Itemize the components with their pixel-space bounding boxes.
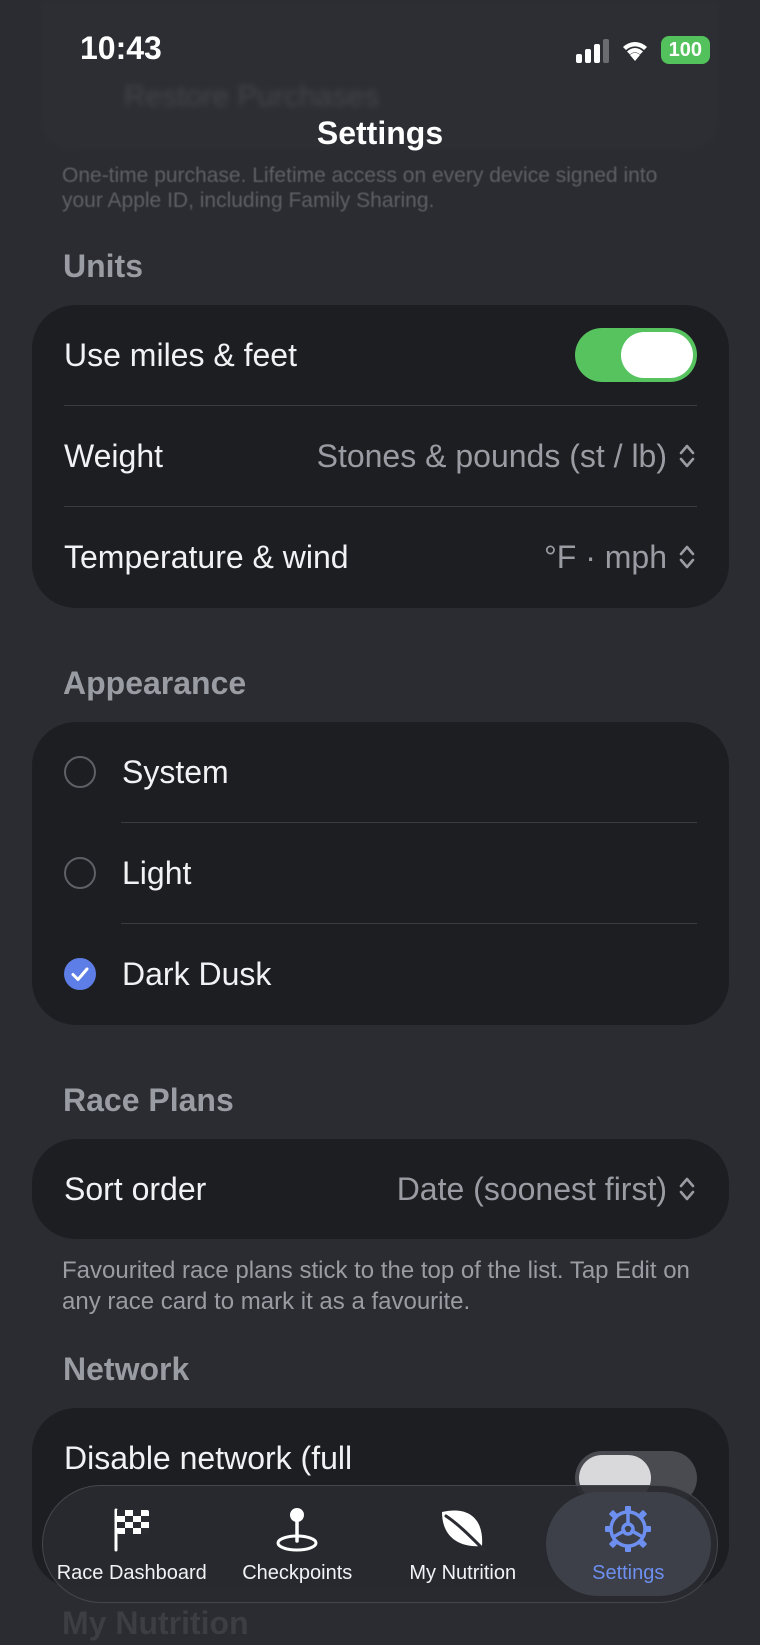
status-icons: 100 — [575, 36, 710, 64]
section-header-appearance: Appearance — [63, 665, 247, 701]
row-weight[interactable]: Weight Stones & pounds (st / lb) — [32, 406, 729, 506]
status-bar: 10:43 100 — [0, 0, 760, 100]
up-down-chevron-icon — [679, 444, 695, 468]
radio-unchecked-icon — [64, 756, 96, 788]
leaf-icon — [438, 1504, 488, 1554]
tab-race-dashboard[interactable]: Race Dashboard — [49, 1492, 215, 1596]
units-card: Use miles & feet Weight Stones & pounds … — [32, 305, 729, 608]
checkmark-circle-icon — [64, 958, 96, 990]
appearance-option-label: System — [122, 753, 229, 790]
up-down-chevron-icon — [679, 1177, 695, 1201]
status-time: 10:43 — [80, 30, 162, 66]
tab-label: My Nutrition — [409, 1561, 517, 1584]
tab-label: Settings — [592, 1561, 665, 1584]
appearance-option-system[interactable]: System — [32, 722, 729, 822]
race-plans-card: Sort order Date (soonest first) — [32, 1139, 729, 1239]
temperature-value: °F · mph — [543, 538, 667, 575]
temperature-label: Temperature & wind — [64, 538, 349, 575]
disable-network-label: Disable network (full — [64, 1439, 353, 1476]
appearance-option-label: Light — [122, 854, 192, 891]
appearance-option-dark-dusk[interactable]: Dark Dusk — [32, 924, 729, 1024]
section-header-network: Network — [63, 1351, 190, 1387]
up-down-chevron-icon — [679, 545, 695, 569]
tab-checkpoints[interactable]: Checkpoints — [215, 1492, 381, 1596]
weight-value: Stones & pounds (st / lb) — [316, 437, 667, 474]
purchase-note: One-time purchase. Lifetime access on ev… — [62, 164, 658, 212]
sort-order-label: Sort order — [64, 1170, 207, 1207]
use-miles-toggle[interactable] — [575, 328, 697, 382]
tab-label: Checkpoints — [242, 1561, 353, 1584]
tab-settings[interactable]: Settings — [545, 1492, 711, 1596]
tab-label: Race Dashboard — [56, 1561, 207, 1584]
tab-my-nutrition[interactable]: My Nutrition — [380, 1492, 546, 1596]
weight-picker[interactable]: Stones & pounds (st / lb) — [317, 438, 697, 475]
row-use-miles[interactable]: Use miles & feet — [32, 305, 729, 405]
radio-unchecked-icon — [64, 857, 96, 889]
checkered-flag-icon — [110, 1504, 154, 1554]
race-plans-footnote: Favourited race plans stick to the top o… — [62, 1257, 690, 1315]
appearance-option-label: Dark Dusk — [122, 955, 272, 992]
appearance-option-light[interactable]: Light — [32, 823, 729, 923]
wifi-icon — [622, 42, 647, 61]
map-pin-icon — [274, 1504, 320, 1554]
page-title: Settings — [316, 115, 444, 151]
section-header-race-plans: Race Plans — [63, 1082, 234, 1118]
section-header-my-nutrition: My Nutrition — [62, 1605, 249, 1641]
section-header-units: Units — [63, 248, 143, 284]
sort-order-picker[interactable]: Date (soonest first) — [397, 1171, 697, 1208]
weight-label: Weight — [64, 437, 164, 474]
use-miles-label: Use miles & feet — [64, 336, 297, 373]
gear-icon — [603, 1504, 653, 1554]
row-temperature[interactable]: Temperature & wind °F · mph — [32, 507, 729, 607]
row-sort-order[interactable]: Sort order Date (soonest first) — [32, 1139, 729, 1239]
tab-bar: Race Dashboard Checkpoints My Nutrition — [42, 1485, 718, 1603]
cellular-signal-icon — [575, 37, 609, 63]
sort-order-value: Date (soonest first) — [396, 1170, 667, 1207]
battery-indicator: 100 — [660, 36, 710, 64]
appearance-card: System Light Dark Dusk — [32, 722, 729, 1025]
temperature-picker[interactable]: °F · mph — [544, 539, 697, 576]
